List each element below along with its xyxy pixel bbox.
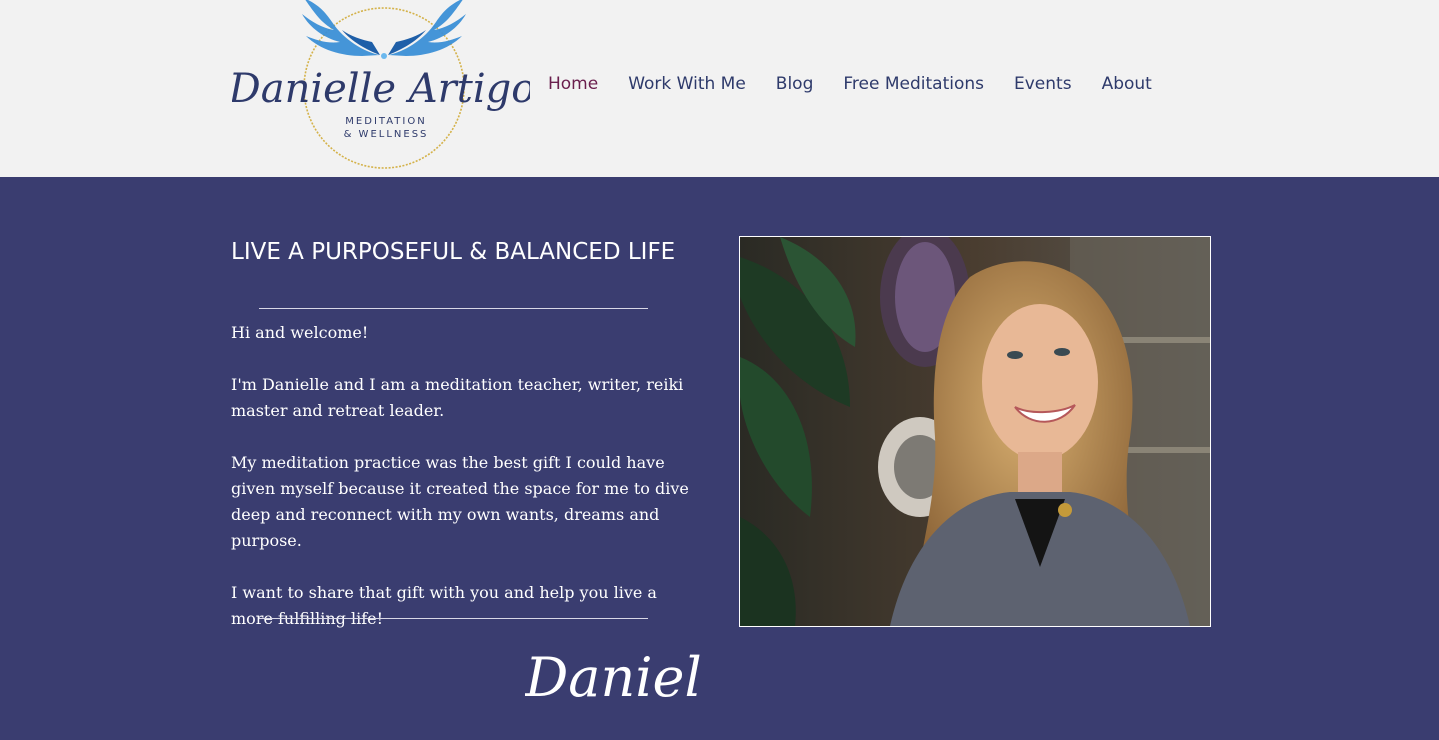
hero-title: LIVE A PURPOSEFUL & BALANCED LIFE (231, 239, 676, 265)
site-header: Danielle Artigo MEDITATION & WELLNESS Ho… (0, 0, 1439, 177)
nav-item-home[interactable]: Home (533, 74, 613, 94)
logo-tagline-1: MEDITATION (345, 116, 426, 127)
nav-item-work-with-me[interactable]: Work With Me (613, 74, 761, 94)
intro-paragraph-3: My meditation practice was the best gift… (231, 453, 689, 550)
wings-icon (302, 0, 466, 59)
nav-item-free-meditations[interactable]: Free Meditations (828, 74, 999, 94)
nav-item-events[interactable]: Events (999, 74, 1087, 94)
hero-section: LIVE A PURPOSEFUL & BALANCED LIFE Hi and… (0, 177, 1439, 740)
signature: Danielle (524, 622, 751, 717)
portrait-image (740, 237, 1210, 626)
logo-tagline-2: & WELLNESS (344, 129, 429, 140)
intro-paragraph-2: I'm Danielle and I am a meditation teach… (231, 375, 684, 420)
bottom-divider (259, 618, 648, 619)
site-logo[interactable]: Danielle Artigo MEDITATION & WELLNESS (232, 0, 530, 177)
signature-text: Danielle (525, 646, 700, 709)
logo-graphic: Danielle Artigo MEDITATION & WELLNESS (232, 0, 530, 169)
top-divider (259, 308, 648, 309)
main-nav: Home Work With Me Blog Free Meditations … (533, 70, 1167, 98)
nav-item-blog[interactable]: Blog (761, 74, 829, 94)
signature-graphic: Danielle (524, 646, 751, 709)
intro-paragraph-1: Hi and welcome! (231, 323, 369, 342)
logo-name: Danielle Artigo (232, 66, 530, 112)
intro-text: Hi and welcome! I'm Danielle and I am a … (231, 320, 701, 658)
nav-item-about[interactable]: About (1087, 74, 1167, 94)
portrait-photo (739, 236, 1211, 627)
